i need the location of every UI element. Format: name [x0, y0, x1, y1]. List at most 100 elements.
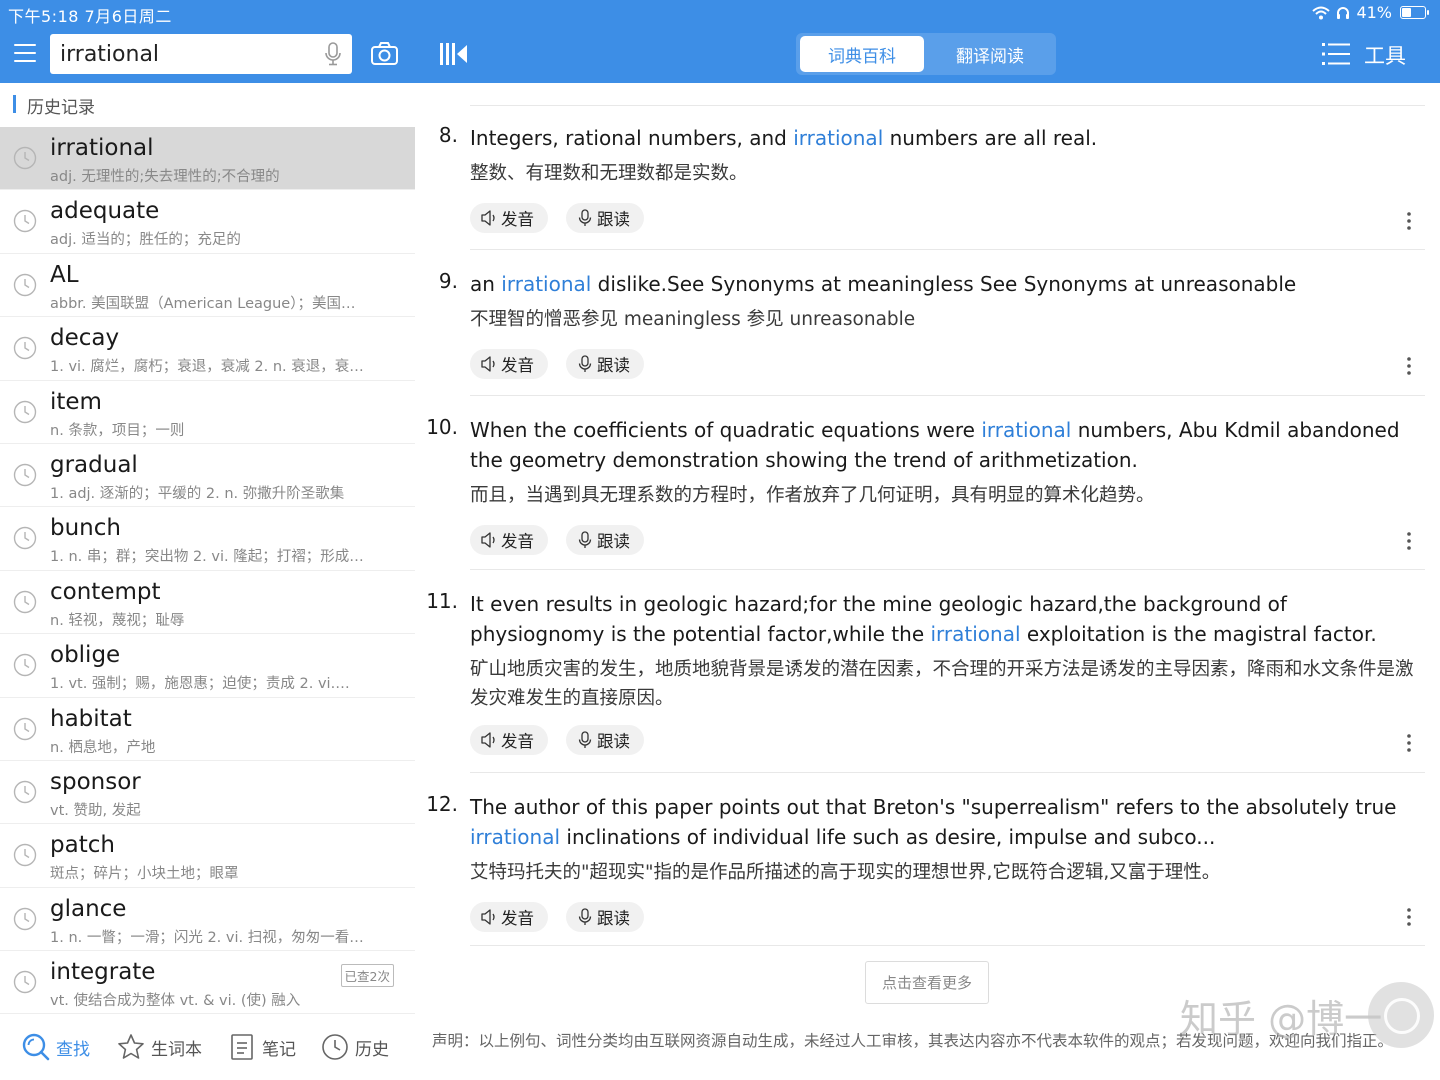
- history-item[interactable]: decay 1. vi. 腐烂，腐朽；衰退，衰减 2. n. 衰退，衰…: [0, 317, 415, 381]
- pronounce-button[interactable]: 发音: [470, 902, 548, 932]
- star-icon: [118, 1034, 144, 1059]
- pronounce-button[interactable]: 发音: [470, 349, 548, 379]
- highlighted-keyword: irrational: [470, 825, 561, 849]
- more-options-icon[interactable]: [1403, 531, 1415, 551]
- highlighted-keyword: irrational: [793, 126, 884, 150]
- history-clock-icon: [13, 210, 37, 233]
- camera-icon[interactable]: [371, 42, 398, 65]
- highlighted-keyword: irrational: [501, 272, 592, 296]
- history-definition: 1. vi. 腐烂，腐朽；衰退，衰减 2. n. 衰退，衰…: [50, 359, 364, 376]
- tools-button[interactable]: 工具: [1364, 40, 1406, 70]
- history-word: contempt: [50, 578, 161, 605]
- top-bar: 下午5:18 7月6日周二 41% irrational 词典百科 翻译阅读 工…: [0, 0, 1440, 83]
- nav-search[interactable]: 查找: [22, 1033, 90, 1061]
- history-clock-icon: [13, 146, 37, 170]
- search-box[interactable]: [50, 34, 352, 74]
- microphone-icon: [578, 908, 592, 925]
- history-clock-icon: [13, 336, 37, 360]
- history-item[interactable]: glance 1. n. 一瞥；一滑；闪光 2. vi. 扫视，匆匆一看…: [0, 888, 415, 952]
- sentence-text: dislike.See Synonyms at meaningless See …: [591, 272, 1297, 296]
- nav-history-label: 历史: [355, 1039, 389, 1060]
- history-item[interactable]: item n. 条款，项目；一则: [0, 381, 415, 444]
- microphone-icon[interactable]: [324, 42, 342, 66]
- follow-read-button[interactable]: 跟读: [566, 203, 644, 233]
- history-list: irrational adj. 无理性的;失去理性的;不合理的 adequate ad…: [0, 127, 415, 1015]
- history-clock-icon: [13, 653, 37, 677]
- speaker-icon: [481, 732, 495, 748]
- follow-read-label: 跟读: [597, 732, 630, 751]
- nav-notes-label: 笔记: [262, 1039, 296, 1060]
- pronounce-button[interactable]: 发音: [470, 725, 548, 755]
- search-input[interactable]: [60, 38, 310, 70]
- bottom-nav: 查找 生词本 笔记 历史: [0, 1015, 415, 1080]
- more-options-icon[interactable]: [1403, 733, 1415, 753]
- history-item[interactable]: habitat n. 栖息地，产地: [0, 698, 415, 761]
- history-item[interactable]: gradual 1. adj. 逐渐的；平缓的 2. n. 弥撒升阶圣歌集: [0, 444, 415, 508]
- more-options-icon[interactable]: [1403, 211, 1415, 231]
- history-word: habitat: [50, 705, 132, 732]
- pronounce-label: 发音: [501, 532, 534, 551]
- speaker-icon: [481, 356, 495, 372]
- history-definition: vt. 赞助, 发起: [50, 802, 141, 819]
- microphone-icon: [578, 731, 592, 748]
- history-clock-icon: [13, 400, 37, 423]
- pronounce-button[interactable]: 发音: [470, 525, 548, 555]
- speaker-icon: [481, 210, 495, 226]
- history-definition: 1. n. 串；群；突出物 2. vi. 隆起；打褶；形成…: [50, 549, 364, 566]
- microphone-icon: [578, 355, 592, 372]
- history-definition: adj. 无理性的;失去理性的;不合理的: [50, 169, 280, 185]
- microphone-icon: [578, 531, 592, 548]
- tab-translate[interactable]: 翻译阅读: [928, 36, 1052, 72]
- wifi-icon: [1312, 6, 1331, 19]
- history-definition: 1. vt. 强制；赐，施恩惠；迫使；责成 2. vi.…: [50, 676, 350, 693]
- history-item[interactable]: integrate vt. 使结合成为整体 vt. & vi. (使) 融入 已查2…: [0, 951, 415, 1015]
- history-definition: n. 条款，项目；一则: [50, 422, 185, 439]
- library-icon[interactable]: [439, 42, 469, 66]
- nav-search-label: 查找: [56, 1039, 90, 1060]
- history-definition: 1. n. 一瞥；一滑；闪光 2. vi. 扫视，匆匆一看…: [50, 929, 364, 946]
- chinese-translation: 矿山地质灾害的发生，地质地貌背景是诱发的潜在因素，不合理的开采方法是诱发的主导因…: [470, 659, 1414, 709]
- see-more-button[interactable]: 点击查看更多: [865, 961, 989, 1004]
- english-sentence: It even results in geologic hazard;for t…: [470, 589, 1425, 649]
- watermark: 知乎 @博一: [1180, 997, 1383, 1041]
- history-word: glance: [50, 895, 127, 922]
- follow-read-label: 跟读: [597, 532, 630, 551]
- history-item[interactable]: patch 斑点；碎片；小块土地；眼罩: [0, 824, 415, 888]
- history-item[interactable]: contempt n. 轻视，蔑视；耻辱: [0, 571, 415, 635]
- section-accent-bar: [13, 95, 16, 113]
- history-definition: abbr. 美国联盟（American League）；美国…: [50, 295, 356, 312]
- history-clock-icon: [13, 590, 37, 613]
- history-item[interactable]: oblige 1. vt. 强制；赐，施恩惠；迫使；责成 2. vi.…: [0, 634, 415, 698]
- floating-assist-button[interactable]: [1368, 982, 1434, 1048]
- battery-icon: [1400, 6, 1429, 19]
- history-sidebar: 历史记录 irrational adj. 无理性的;失去理性的;不合理的 adequ…: [0, 83, 415, 1080]
- chinese-translation: 而且，当遇到具无理系数的方程时，作者放弃了几何证明，具有明显的算术化趋势。: [470, 485, 1155, 506]
- highlighted-keyword: irrational: [930, 622, 1021, 646]
- sentence-text: an: [470, 272, 502, 296]
- follow-read-button[interactable]: 跟读: [566, 725, 644, 755]
- nav-notes[interactable]: 笔记: [228, 1033, 296, 1061]
- history-header: 历史记录: [0, 83, 415, 127]
- english-sentence: The author of this paper points out that…: [470, 792, 1425, 852]
- history-word: bunch: [50, 515, 121, 542]
- history-item[interactable]: sponsor vt. 赞助, 发起: [0, 761, 415, 825]
- menu-icon[interactable]: [14, 44, 36, 62]
- nav-history[interactable]: 历史: [321, 1033, 389, 1061]
- history-item[interactable]: bunch 1. n. 串；群；突出物 2. vi. 隆起；打褶；形成…: [0, 507, 415, 571]
- more-options-icon[interactable]: [1403, 356, 1415, 376]
- nav-vocabulary[interactable]: 生词本: [117, 1033, 202, 1061]
- follow-read-button[interactable]: 跟读: [566, 902, 644, 932]
- history-word: sponsor: [50, 768, 141, 795]
- chinese-translation: 不理智的憎恶参见 meaningless 参见 unreasonable: [470, 309, 916, 330]
- history-title: 历史记录: [27, 98, 95, 118]
- follow-read-button[interactable]: 跟读: [566, 525, 644, 555]
- history-item[interactable]: adequate adj. 适当的；胜任的；充足的: [0, 190, 415, 254]
- more-options-icon[interactable]: [1403, 907, 1415, 927]
- history-item[interactable]: AL abbr. 美国联盟（American League）；美国…: [0, 254, 415, 318]
- follow-read-button[interactable]: 跟读: [566, 349, 644, 379]
- history-item[interactable]: irrational adj. 无理性的;失去理性的;不合理的: [0, 127, 415, 191]
- pronounce-button[interactable]: 发音: [470, 203, 548, 233]
- example-sentences-panel: 8. Integers, rational numbers, and irrati…: [415, 83, 1440, 1080]
- list-icon[interactable]: [1322, 42, 1350, 66]
- tab-dictionary[interactable]: 词典百科: [800, 36, 924, 72]
